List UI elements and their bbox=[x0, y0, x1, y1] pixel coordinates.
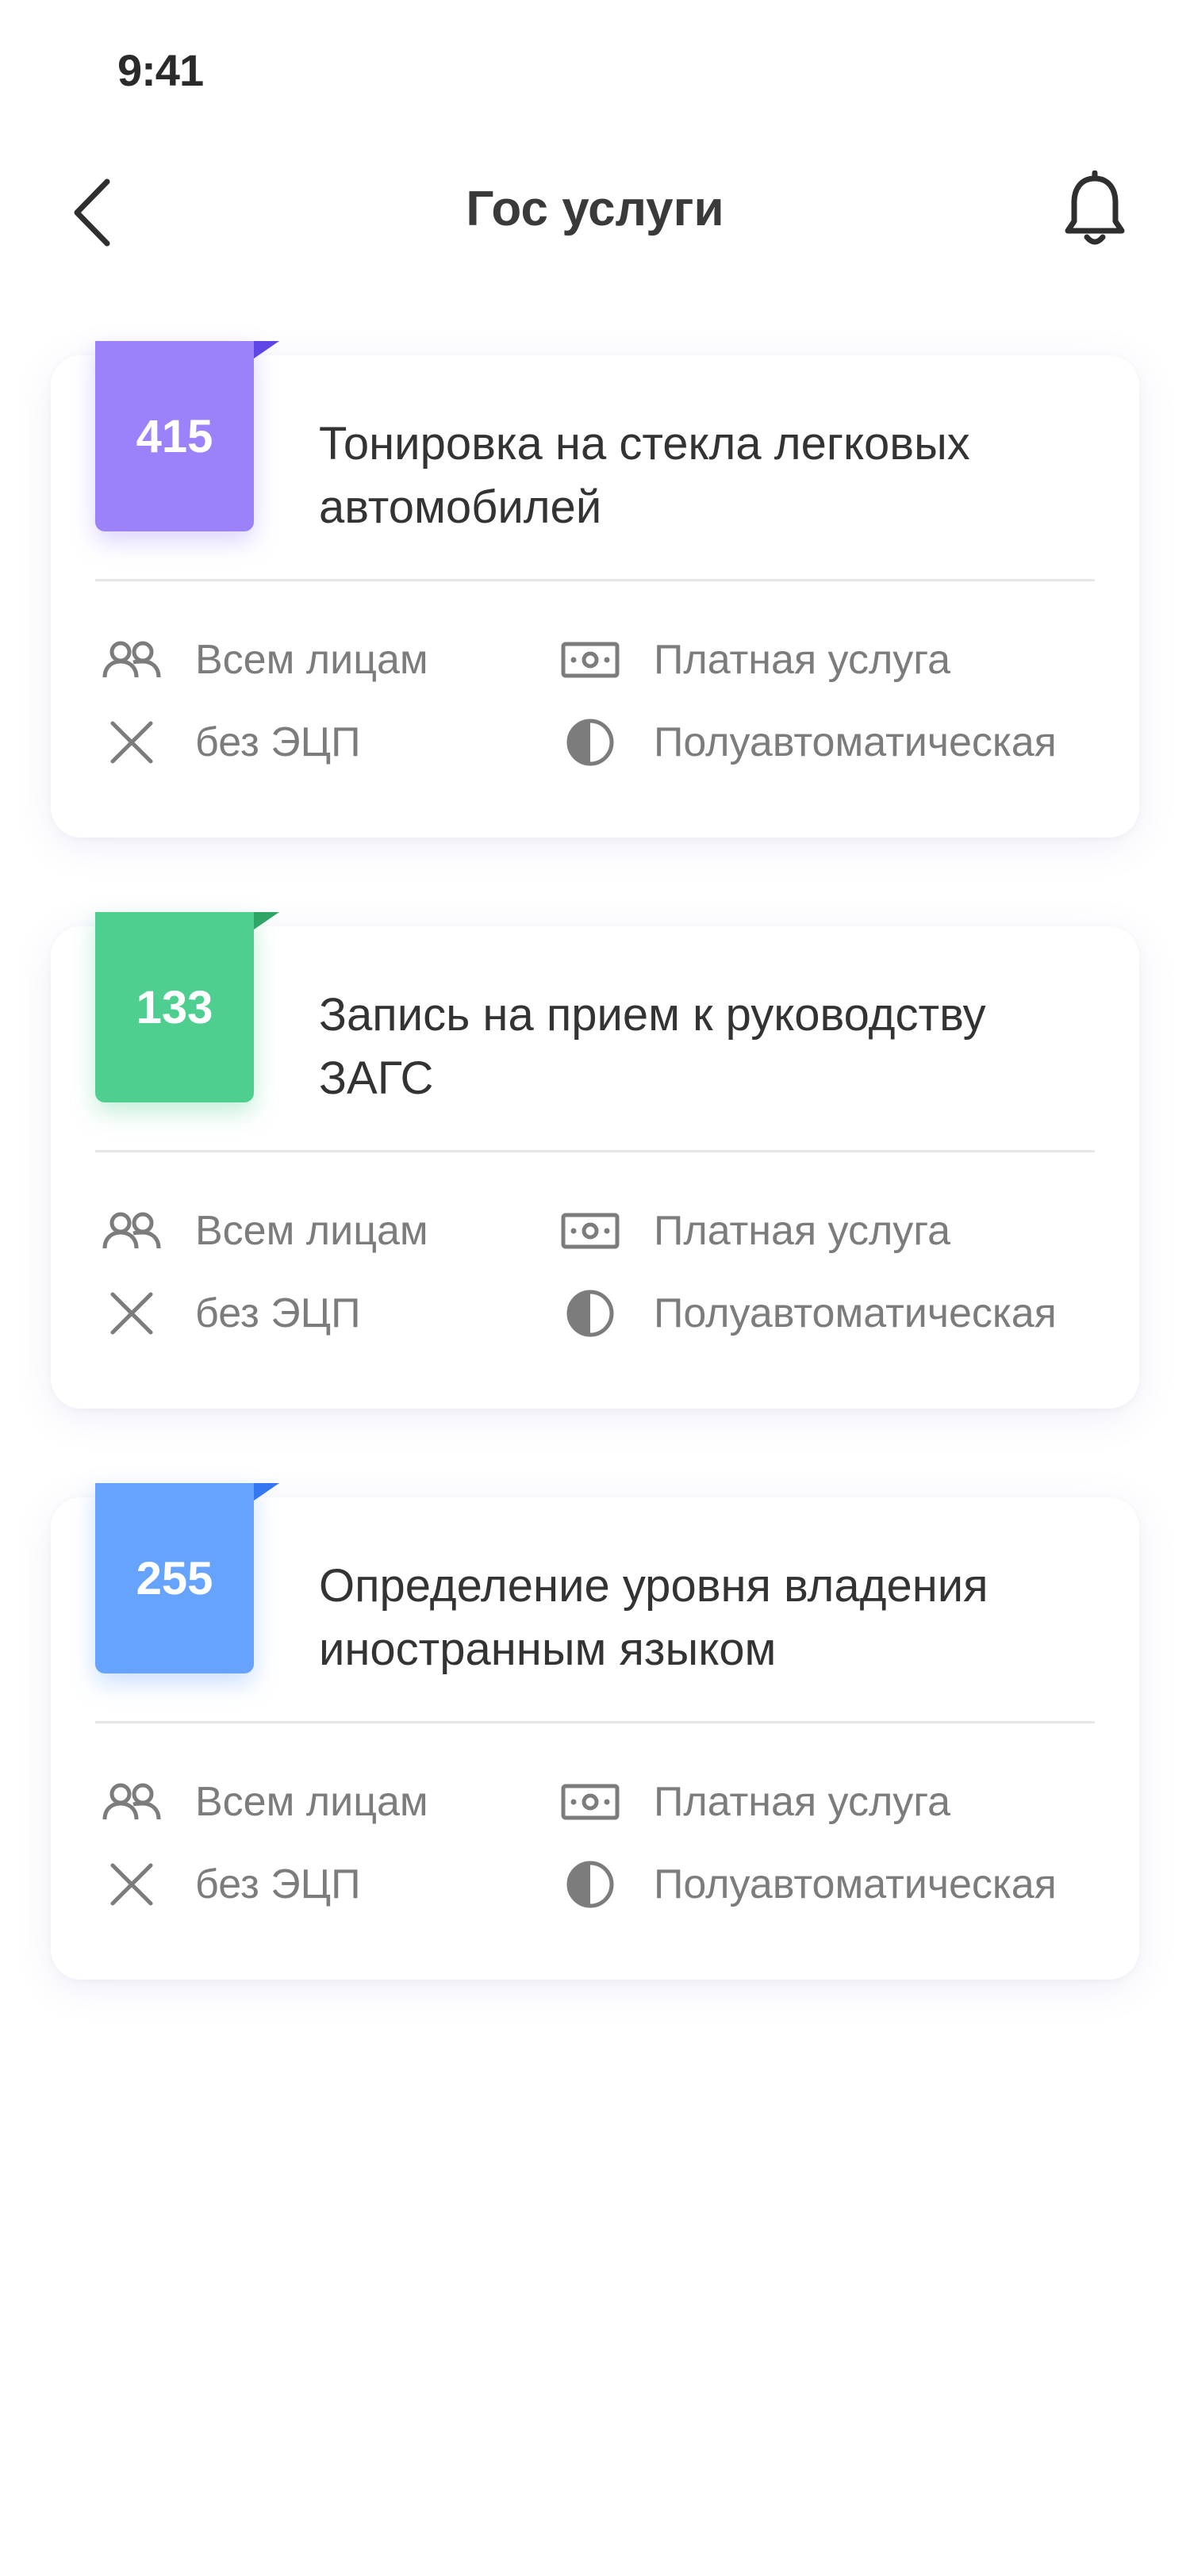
feature-signature: без ЭЦП bbox=[100, 711, 360, 774]
divider bbox=[95, 1150, 1095, 1152]
users-icon bbox=[100, 1199, 163, 1263]
divider bbox=[95, 1721, 1095, 1723]
service-title: Запись на прием к руководству ЗАГС bbox=[319, 989, 986, 1104]
status-time: 9:41 bbox=[117, 45, 204, 95]
half-circle-icon bbox=[559, 1282, 622, 1345]
close-icon bbox=[100, 1853, 163, 1916]
feature-audience: Всем лицам bbox=[100, 628, 428, 692]
feature-signature: без ЭЦП bbox=[100, 1282, 360, 1345]
feature-payment: Платная услуга bbox=[559, 1199, 950, 1263]
users-icon bbox=[100, 628, 163, 692]
money-icon bbox=[559, 628, 622, 692]
feature-audience: Всем лицам bbox=[100, 1770, 428, 1834]
feature-mode-label: Полуавтоматическая bbox=[654, 719, 1057, 765]
money-icon bbox=[559, 1199, 622, 1263]
service-number: 415 bbox=[136, 410, 213, 462]
service-card[interactable]: 255 Определение уровня владения иностран… bbox=[51, 1483, 1139, 1980]
status-bar: 9:41 bbox=[0, 0, 1190, 143]
feature-payment-label: Платная услуга bbox=[654, 1208, 951, 1254]
feature-signature-label: без ЭЦП bbox=[195, 719, 361, 765]
bell-icon bbox=[1065, 171, 1125, 245]
service-title: Определение уровня владения иностранным … bbox=[319, 1560, 988, 1675]
feature-audience: Всем лицам bbox=[100, 1199, 428, 1263]
service-card[interactable]: 133 Запись на прием к руководству ЗАГС В… bbox=[51, 912, 1139, 1409]
feature-mode-label: Полуавтоматическая bbox=[654, 1290, 1057, 1336]
half-circle-icon bbox=[559, 711, 622, 774]
service-number: 133 bbox=[136, 981, 213, 1033]
notifications-button[interactable] bbox=[1055, 167, 1134, 254]
feature-mode: Полуавтоматическая bbox=[559, 711, 1057, 774]
feature-payment-label: Платная услуга bbox=[654, 637, 951, 683]
divider bbox=[95, 579, 1095, 581]
service-number: 255 bbox=[136, 1552, 213, 1604]
users-icon bbox=[100, 1770, 163, 1834]
service-number-badge: 255 bbox=[95, 1483, 279, 1673]
feature-audience-label: Всем лицам bbox=[195, 637, 428, 683]
service-title: Тонировка на стекла легковых автомобилей bbox=[319, 418, 970, 533]
feature-audience-label: Всем лицам bbox=[195, 1208, 428, 1254]
feature-signature-label: без ЭЦП bbox=[195, 1861, 361, 1907]
feature-signature: без ЭЦП bbox=[100, 1853, 360, 1916]
feature-payment: Платная услуга bbox=[559, 628, 950, 692]
services-list: 415 Тонировка на стекла легковых автомоб… bbox=[51, 341, 1139, 2068]
service-card[interactable]: 415 Тонировка на стекла легковых автомоб… bbox=[51, 341, 1139, 838]
close-icon bbox=[100, 711, 163, 774]
feature-mode: Полуавтоматическая bbox=[559, 1853, 1057, 1916]
service-number-badge: 133 bbox=[95, 912, 279, 1102]
page-title: Гос услуги bbox=[466, 182, 724, 236]
feature-mode: Полуавтоматическая bbox=[559, 1282, 1057, 1345]
feature-payment-label: Платная услуга bbox=[654, 1779, 951, 1825]
feature-mode-label: Полуавтоматическая bbox=[654, 1861, 1057, 1907]
feature-payment: Платная услуга bbox=[559, 1770, 950, 1834]
header: Гос услуги bbox=[0, 151, 1190, 270]
close-icon bbox=[100, 1282, 163, 1345]
service-number-badge: 415 bbox=[95, 341, 279, 531]
feature-signature-label: без ЭЦП bbox=[195, 1290, 361, 1336]
feature-audience-label: Всем лицам bbox=[195, 1779, 428, 1825]
money-icon bbox=[559, 1770, 622, 1834]
half-circle-icon bbox=[559, 1853, 622, 1916]
